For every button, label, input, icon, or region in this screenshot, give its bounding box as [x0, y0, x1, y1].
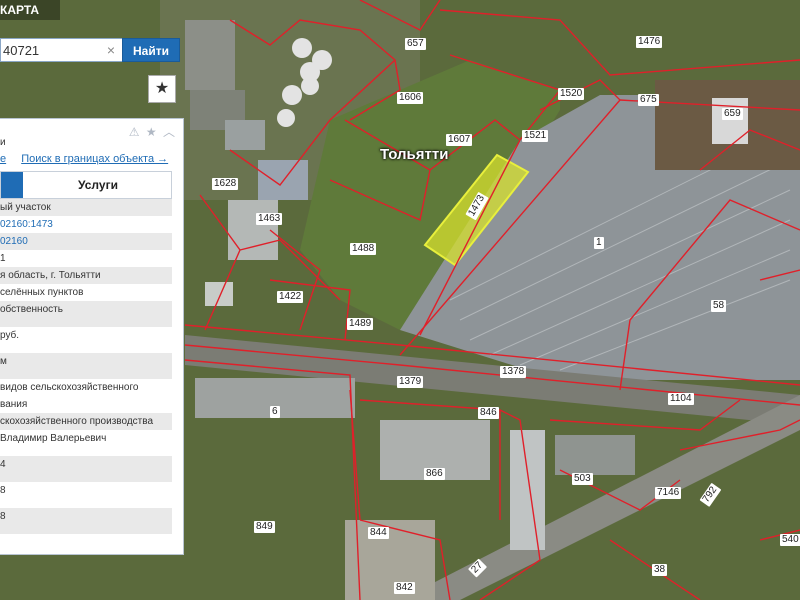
attribute-row: селённых пунктов: [0, 284, 172, 301]
panel-links: е Поиск в границах объекта →: [0, 153, 168, 165]
building: [185, 20, 235, 90]
parcel-label[interactable]: 844: [368, 527, 389, 539]
attribute-value: 8: [0, 511, 6, 522]
tank: [292, 38, 312, 58]
attribute-value: 4: [0, 459, 6, 470]
parcel-label[interactable]: 849: [254, 521, 275, 533]
parcel-label[interactable]: 675: [638, 94, 659, 106]
attribute-row: 1: [0, 250, 172, 267]
search-in-bounds-link[interactable]: Поиск в границах объекта →: [21, 153, 168, 165]
tank: [301, 77, 319, 95]
attribute-value: Владимир Валерьевич: [0, 433, 107, 444]
parcel-label[interactable]: 659: [722, 108, 743, 120]
parcel-label[interactable]: 1476: [636, 36, 663, 48]
panel-link-left[interactable]: е: [0, 153, 6, 165]
parcel-label[interactable]: 503: [572, 473, 593, 485]
parcel-label[interactable]: 1521: [522, 130, 549, 142]
attribute-value: видов сельскохозяйственного: [0, 382, 139, 393]
parcel-label[interactable]: 1379: [397, 376, 424, 388]
attribute-row[interactable]: 02160: [0, 233, 172, 250]
attribute-row: ый участок: [0, 199, 172, 216]
attribute-row[interactable]: 02160:1473: [0, 216, 172, 233]
parcel-label[interactable]: 1104: [668, 393, 694, 405]
collapse-icon[interactable]: ︿: [163, 125, 175, 139]
tank: [282, 85, 302, 105]
attribute-row: Владимир Валерьевич: [0, 430, 172, 456]
parcel-label[interactable]: 1378: [500, 366, 527, 378]
parcel-label[interactable]: 1628: [212, 178, 239, 190]
app-title: КАРТА: [0, 3, 40, 17]
parcel-label[interactable]: 846: [478, 407, 499, 419]
parcel-label[interactable]: 1489: [347, 318, 374, 330]
building: [225, 120, 265, 150]
parcel-label[interactable]: 1607: [446, 134, 473, 146]
attribute-link[interactable]: 02160: [0, 236, 28, 247]
tank: [277, 109, 295, 127]
attribute-row: обственность: [0, 301, 172, 327]
city-label: Тольятти: [380, 146, 449, 163]
attribute-value: руб.: [0, 330, 20, 341]
attribute-value: скохозяйственного производства: [0, 416, 154, 427]
attribute-link[interactable]: 02160:1473: [0, 219, 53, 230]
attribute-value: 1: [0, 253, 6, 264]
parcel-label[interactable]: 1: [594, 237, 604, 249]
parcel-label[interactable]: 1422: [277, 291, 304, 303]
parcel-label[interactable]: 1488: [350, 243, 377, 255]
building: [555, 435, 635, 475]
attribute-row: видов сельскохозяйственного: [0, 379, 172, 396]
header-bar: КАРТА: [0, 0, 60, 20]
parcel-label[interactable]: 866: [424, 468, 445, 480]
search-button[interactable]: Найти: [122, 38, 180, 62]
parcel-label[interactable]: 540: [780, 534, 800, 546]
attribute-value: вания: [0, 399, 28, 410]
attribute-list: ый участок 02160:1473 02160 1 я область, г. …: [0, 199, 172, 534]
attribute-row: м: [0, 353, 172, 379]
info-panel: ⚠ ★ ︿ и е Поиск в границах объекта → Усл…: [0, 118, 184, 555]
building: [205, 282, 233, 306]
clear-icon[interactable]: ×: [103, 42, 119, 58]
parcel-label[interactable]: 657: [405, 38, 426, 50]
attribute-value: 8: [0, 485, 6, 496]
panel-tabs: Услуги: [0, 171, 172, 199]
attribute-value: ый участок: [0, 202, 51, 213]
parcel-label[interactable]: 38: [652, 564, 668, 576]
attribute-value: селённых пунктов: [0, 287, 84, 298]
parcel-label[interactable]: 842: [394, 582, 415, 594]
attribute-row: 4: [0, 456, 172, 482]
attribute-row: я область, г. Тольятти: [0, 267, 172, 284]
attribute-value: обственность: [0, 304, 63, 315]
attribute-row: 8: [0, 508, 172, 534]
panel-tools: ⚠ ★ ︿: [126, 123, 175, 140]
tab-info[interactable]: [1, 172, 23, 198]
tab-services[interactable]: Услуги: [23, 172, 173, 198]
attribute-value: м: [0, 356, 7, 367]
panel-title: и: [0, 137, 6, 148]
attribute-row: 8: [0, 482, 172, 508]
parcel-label[interactable]: 7146: [655, 487, 682, 499]
parcel-label[interactable]: 58: [711, 300, 727, 312]
parcel-label[interactable]: 1463: [256, 213, 283, 225]
attribute-value: я область, г. Тольятти: [0, 270, 101, 281]
warning-icon[interactable]: ⚠: [129, 125, 140, 139]
building: [510, 430, 545, 550]
search-bar: 40721 × Найти: [0, 38, 182, 66]
attribute-row: руб.: [0, 327, 172, 353]
favorites-button[interactable]: ★: [148, 75, 176, 103]
attribute-row: вания: [0, 396, 172, 413]
star-icon[interactable]: ★: [146, 125, 157, 139]
attribute-row: скохозяйственного производства: [0, 413, 172, 430]
parcel-label[interactable]: 1606: [397, 92, 424, 104]
star-icon: ★: [154, 80, 170, 97]
parcel-label[interactable]: 6: [270, 406, 280, 418]
parcel-label[interactable]: 1520: [558, 88, 585, 100]
